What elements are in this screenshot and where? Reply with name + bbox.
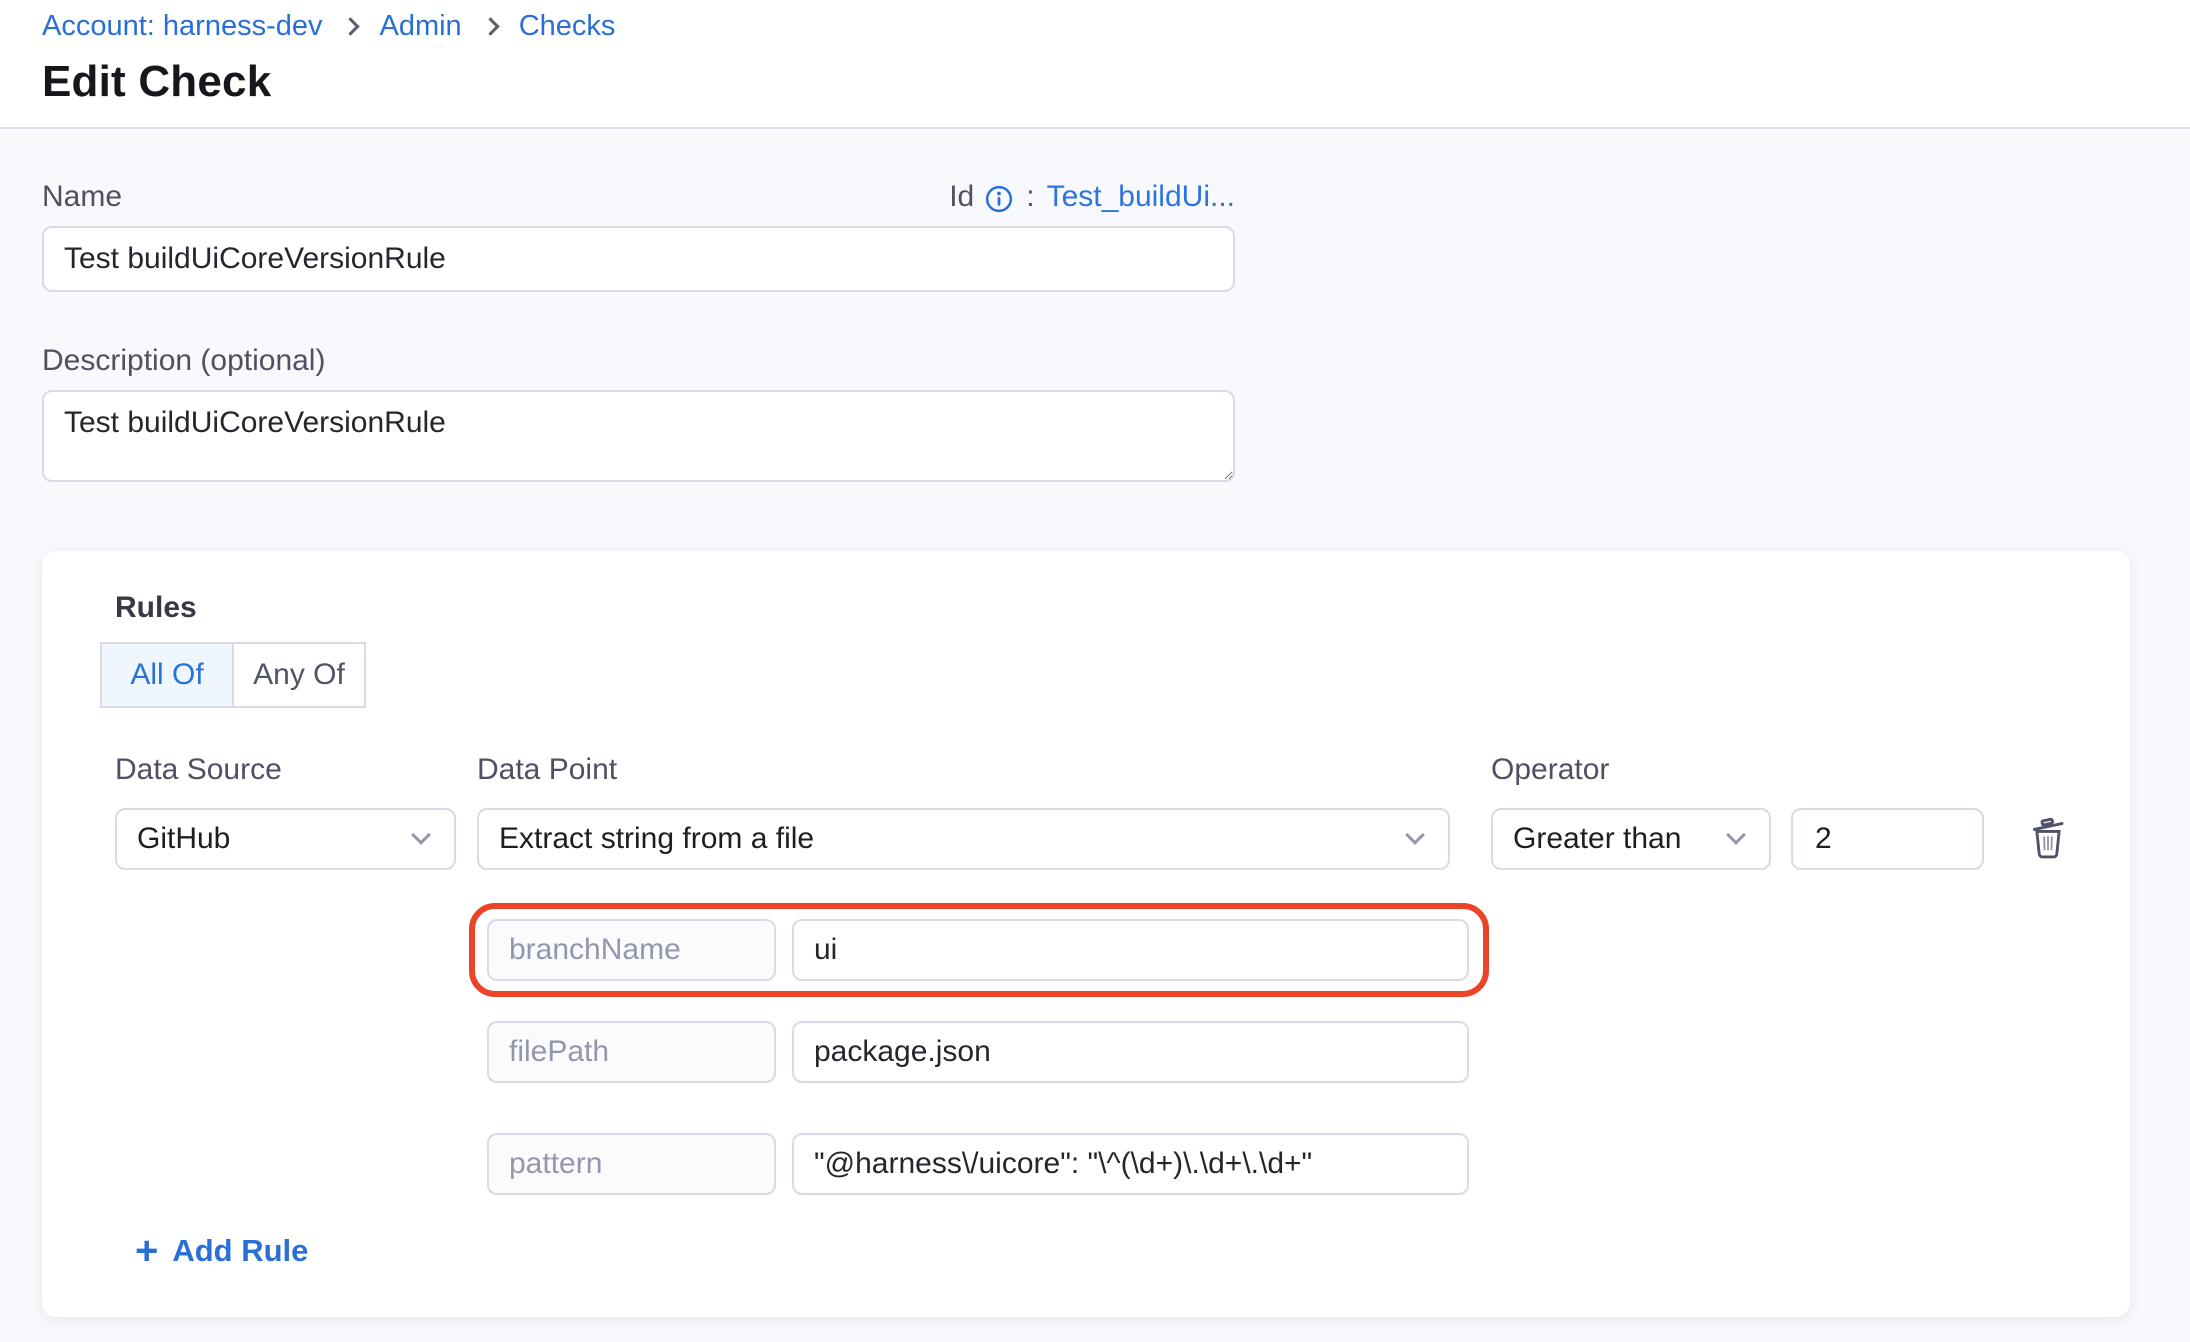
breadcrumb: Account: harness-dev Admin Checks (42, 10, 2190, 43)
name-input[interactable] (42, 226, 1235, 292)
data-point-value: Extract string from a file (499, 822, 814, 856)
param-key-branchname (487, 919, 776, 981)
add-rule-label: Add Rule (172, 1233, 308, 1269)
operator-value-input[interactable] (1791, 808, 1984, 870)
trash-icon (2025, 815, 2071, 864)
check-form: Name Id : Test_buildUi... Description (o… (42, 180, 1235, 1317)
all-of-toggle-button[interactable]: All Of (100, 642, 234, 708)
data-source-select[interactable]: GitHub (115, 808, 456, 870)
description-textarea[interactable]: Test buildUiCoreVersionRule (42, 390, 1235, 482)
id-value-link[interactable]: Test_buildUi... (1047, 180, 1235, 214)
chevron-down-icon (411, 825, 431, 845)
add-rule-button[interactable]: + Add Rule (135, 1233, 308, 1269)
rules-section-label: Rules (115, 591, 197, 625)
page-header: Account: harness-dev Admin Checks Edit C… (0, 0, 2190, 129)
data-point-select[interactable]: Extract string from a file (477, 808, 1450, 870)
operator-label: Operator (1491, 753, 1609, 787)
param-value-pattern-input[interactable] (792, 1133, 1469, 1195)
id-colon: : (1026, 180, 1034, 214)
operator-select[interactable]: Greater than (1491, 808, 1771, 870)
chevron-right-icon (342, 17, 360, 35)
operator-value: Greater than (1513, 822, 1681, 856)
id-label: Id (949, 180, 974, 214)
id-group: Id : Test_buildUi... (949, 180, 1235, 214)
main-content: Name Id : Test_buildUi... Description (o… (0, 129, 2190, 1317)
data-source-label: Data Source (115, 753, 282, 787)
breadcrumb-checks-link[interactable]: Checks (519, 10, 616, 43)
param-key-filepath (487, 1021, 776, 1083)
breadcrumb-admin-link[interactable]: Admin (379, 10, 461, 43)
name-label: Name (42, 180, 122, 214)
page-title: Edit Check (42, 57, 2190, 107)
rules-card: Rules All Of Any Of Data Source Data Poi… (42, 551, 2130, 1317)
description-label: Description (optional) (42, 344, 1235, 378)
breadcrumb-account-link[interactable]: Account: harness-dev (42, 10, 322, 43)
data-point-label: Data Point (477, 753, 617, 787)
param-value-filepath-input[interactable] (792, 1021, 1469, 1083)
chevron-down-icon (1726, 825, 1746, 845)
chevron-down-icon (1405, 825, 1425, 845)
plus-icon: + (135, 1233, 158, 1269)
param-key-pattern (487, 1133, 776, 1195)
name-label-row: Name Id : Test_buildUi... (42, 180, 1235, 214)
chevron-right-icon (481, 17, 499, 35)
param-value-branchname-input[interactable] (792, 919, 1469, 981)
rules-match-toggle: All Of Any Of (100, 642, 366, 708)
any-of-toggle-button[interactable]: Any Of (232, 642, 366, 708)
delete-rule-button[interactable] (2022, 813, 2074, 865)
data-source-value: GitHub (137, 822, 230, 856)
info-icon[interactable] (984, 184, 1014, 214)
